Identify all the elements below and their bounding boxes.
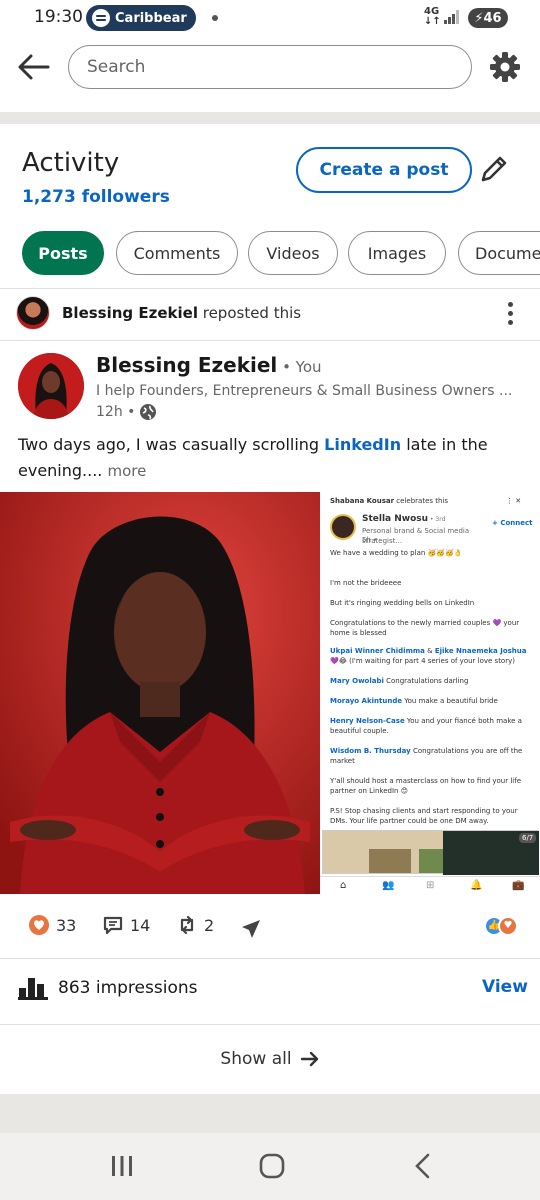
portrait-photo [0, 492, 320, 894]
linkedin-mention[interactable]: LinkedIn [324, 435, 401, 454]
reposts-count[interactable]: 2 [176, 914, 214, 936]
embedded-line: I'm not the brideeee [330, 579, 402, 587]
tab-comments[interactable]: Comments [116, 231, 238, 275]
back-arrow-icon[interactable] [16, 50, 52, 84]
embedded-counter: 6/7 [519, 833, 537, 843]
status-time: 19:30 [34, 7, 83, 27]
reactions-bar: 33 14 2 👍 ♥ [28, 914, 528, 944]
likes-count[interactable]: 33 [28, 914, 76, 936]
top-bar: Search [0, 36, 540, 112]
system-nav-bar [0, 1133, 540, 1200]
embedded-line: Ukpai Winner Chidimma & Ejike Nnaemeka J… [330, 647, 527, 665]
recent-apps-icon[interactable] [110, 1153, 134, 1179]
comments-count[interactable]: 14 [102, 914, 150, 936]
love-reaction-icon: ♥ [498, 916, 518, 936]
media-pill[interactable]: Caribbear [86, 5, 196, 31]
divider [0, 958, 540, 959]
battery-icon: ⚡ 46 [468, 8, 508, 28]
activity-card: Activity 1,273 followers Create a post P… [0, 124, 540, 1094]
signal-icon [444, 10, 460, 24]
author-name[interactable]: Blessing Ezekiel • You [96, 353, 322, 377]
search-input[interactable]: Search [68, 45, 472, 89]
portrait-illustration [0, 492, 320, 894]
repost-label: Blessing Ezekiel reposted this [62, 304, 302, 322]
pencil-icon[interactable] [476, 151, 512, 187]
embedded-more-icon: ⋮ ✕ [506, 497, 522, 505]
embedded-connect: + Connect [492, 519, 533, 527]
embedded-time: 5h • [362, 536, 378, 544]
tab-images[interactable]: Images [348, 231, 446, 275]
embedded-nav: ⌂ 👥 ⊞ 🔔 💼 [320, 876, 540, 894]
arrow-right-icon [300, 1051, 318, 1067]
search-placeholder: Search [87, 57, 146, 77]
page-title: Activity [22, 148, 120, 178]
status-bar: 19:30 Caribbear 4G ↓↑ ⚡ 46 [0, 0, 540, 36]
followers-link[interactable]: 1,273 followers [22, 187, 170, 207]
impressions-label: 863 impressions [58, 978, 198, 998]
post-time: 12h • [96, 403, 157, 421]
comment-icon [103, 916, 123, 935]
globe-icon [140, 404, 157, 420]
embedded-line: Henry Nelson-Case You and your fiancé bo… [330, 717, 522, 735]
notification-dot [212, 15, 218, 21]
home-button-icon[interactable] [259, 1153, 285, 1179]
post-text: Two days ago, I was casually scrolling L… [18, 435, 488, 480]
tab-documents[interactable]: Docume [458, 231, 540, 275]
show-all-button[interactable]: Show all [0, 1024, 540, 1094]
tab-posts[interactable]: Posts [22, 231, 104, 275]
author-headline: I help Founders, Entrepreneurs & Small B… [96, 383, 513, 399]
repost-icon [180, 915, 194, 935]
spotify-icon [92, 9, 110, 27]
embedded-line: Mary Owolabi Congratulations darling [330, 677, 469, 685]
embedded-line: Morayo Akintunde You make a beautiful br… [330, 697, 498, 705]
embedded-avatar [330, 514, 356, 540]
embedded-line: Congratulations to the newly married cou… [330, 619, 520, 637]
author-avatar[interactable] [18, 353, 84, 419]
send-icon[interactable] [240, 918, 262, 940]
bar-chart-icon [18, 978, 48, 1000]
divider [0, 340, 540, 341]
show-all-label: Show all [220, 1049, 292, 1069]
embedded-line: Y'all should host a masterclass on how t… [330, 777, 522, 795]
gear-icon[interactable] [488, 50, 522, 84]
repost-row: Blessing Ezekiel reposted this [16, 296, 526, 332]
author-portrait [18, 353, 84, 419]
embedded-carousel: 6/7 [322, 830, 539, 875]
heart-icon [29, 915, 49, 935]
embedded-line: We have a wedding to plan 🥳🥳🥳👌 [330, 549, 463, 557]
embedded-line: But it's ringing wedding bells on Linked… [330, 599, 475, 607]
embedded-screenshot: Shabana Kousar celebrates this ⋮ ✕ Stell… [320, 492, 540, 894]
embedded-line: P.S! Stop chasing clients and start resp… [330, 807, 518, 825]
more-options-icon[interactable] [504, 300, 516, 326]
back-button-icon[interactable] [413, 1153, 433, 1179]
tab-videos[interactable]: Videos [248, 231, 338, 275]
tab-bar: Posts Comments Videos Images Docume [22, 231, 540, 277]
reaction-icons[interactable]: 👍 ♥ [484, 914, 524, 938]
view-analytics-link[interactable]: View [482, 977, 528, 997]
embedded-celebrator: Shabana Kousar celebrates this [330, 497, 449, 505]
see-more-link[interactable]: more [107, 462, 146, 480]
network-type: 4G ↓↑ [424, 6, 441, 27]
media-pill-text: Caribbear [115, 10, 187, 26]
divider [0, 288, 540, 289]
avatar[interactable] [16, 296, 50, 330]
post-media[interactable]: Shabana Kousar celebrates this ⋮ ✕ Stell… [0, 492, 540, 894]
embedded-line: Wisdom B. Thursday Congratulations you a… [330, 747, 523, 765]
impressions: 863 impressions [18, 976, 197, 1000]
create-post-button[interactable]: Create a post [296, 147, 472, 193]
